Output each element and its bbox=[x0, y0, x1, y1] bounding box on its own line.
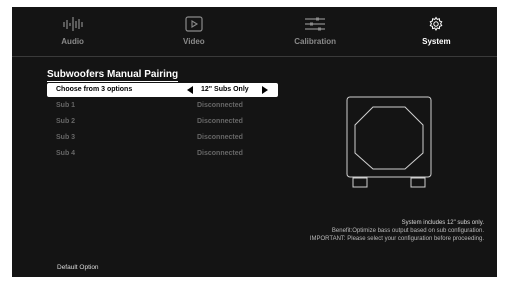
option-selector-row[interactable]: Choose from 3 options 12" Subs Only bbox=[47, 83, 278, 97]
page-title: Subwoofers Manual Pairing bbox=[47, 69, 179, 82]
sub-row: Sub 4 Disconnected bbox=[47, 147, 278, 161]
sub-status: Disconnected bbox=[197, 134, 243, 141]
sub-status: Disconnected bbox=[197, 118, 243, 125]
tab-calibration-label: Calibration bbox=[294, 37, 337, 46]
tab-audio[interactable]: Audio bbox=[12, 7, 133, 57]
sub-row: Sub 3 Disconnected bbox=[47, 131, 278, 145]
tab-video-label: Video bbox=[183, 37, 205, 46]
option-selector-value: 12" Subs Only bbox=[201, 86, 249, 93]
info-line-1: System includes 12" subs only. bbox=[401, 220, 484, 226]
tab-divider bbox=[12, 56, 497, 57]
sub-status: Disconnected bbox=[197, 102, 243, 109]
sub-status: Disconnected bbox=[197, 150, 243, 157]
audio-waveform-icon bbox=[63, 17, 83, 31]
subwoofer-illustration bbox=[346, 96, 432, 188]
settings-screen: Audio Video Calibration System Subwoofer… bbox=[12, 7, 497, 277]
top-tab-bar: Audio Video Calibration System bbox=[12, 7, 497, 57]
sub-label: Sub 2 bbox=[56, 118, 76, 125]
sub-row: Sub 1 Disconnected bbox=[47, 99, 278, 113]
sub-label: Sub 3 bbox=[56, 134, 76, 141]
tab-system[interactable]: System bbox=[376, 7, 497, 57]
tab-audio-label: Audio bbox=[61, 37, 84, 46]
info-text: System includes 12" subs only. Benefit:O… bbox=[242, 219, 484, 243]
default-option-label[interactable]: Default Option bbox=[57, 264, 99, 271]
sub-label: Sub 1 bbox=[56, 102, 76, 109]
sliders-icon bbox=[305, 17, 326, 31]
option-selector-label: Choose from 3 options bbox=[56, 86, 133, 93]
play-icon bbox=[185, 16, 203, 32]
arrow-right-icon[interactable] bbox=[262, 86, 268, 94]
gear-icon bbox=[429, 16, 443, 31]
sub-row: Sub 2 Disconnected bbox=[47, 115, 278, 129]
sub-label: Sub 4 bbox=[56, 150, 76, 157]
arrow-left-icon[interactable] bbox=[187, 86, 193, 94]
info-line-3: IMPORTANT: Please select your configurat… bbox=[309, 236, 484, 242]
tab-calibration[interactable]: Calibration bbox=[255, 7, 376, 57]
info-line-2: Benefit:Optimize bass output based on su… bbox=[331, 228, 484, 234]
tab-system-label: System bbox=[422, 37, 451, 46]
tab-video[interactable]: Video bbox=[133, 7, 254, 57]
